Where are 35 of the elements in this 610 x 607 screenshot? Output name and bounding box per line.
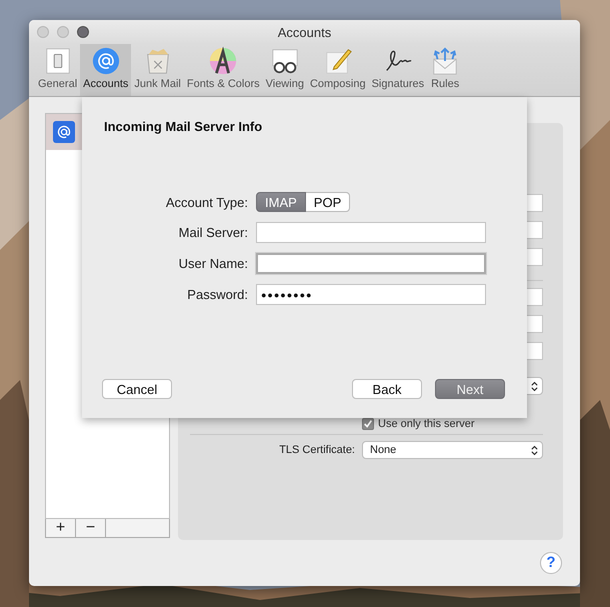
zoom-button[interactable] xyxy=(77,26,89,38)
password-field[interactable]: ●●●●●●●● xyxy=(256,284,486,305)
input-field[interactable] xyxy=(256,253,486,274)
dialog-button[interactable]: Cancel xyxy=(102,379,172,399)
toolbar-tab[interactable]: Junk Mail xyxy=(131,44,184,96)
help-button[interactable]: ? xyxy=(540,552,562,574)
field-label: Account Type: xyxy=(164,194,248,210)
tls-certificate-label: TLS Certificate: xyxy=(279,444,355,456)
minimize-button[interactable] xyxy=(57,26,69,38)
toolbar-tab[interactable]: Viewing xyxy=(262,44,307,96)
checkbox-label: Use only this server xyxy=(378,418,475,430)
close-button[interactable] xyxy=(37,26,49,38)
segment-button[interactable]: POP xyxy=(306,192,350,212)
color-wheel-icon xyxy=(208,46,238,76)
input-field[interactable] xyxy=(256,222,486,243)
dialog-button[interactable]: Back xyxy=(352,379,422,399)
toolbar-tab[interactable]: General xyxy=(35,44,80,96)
toolbar-tab[interactable]: Composing xyxy=(306,44,369,96)
field-label: Mail Server: xyxy=(178,225,248,240)
toolbar-tab[interactable]: Signatures xyxy=(368,44,428,96)
toolbar-tab[interactable]: Accounts xyxy=(80,44,132,96)
checkbox[interactable] xyxy=(362,418,374,430)
at-sign-icon xyxy=(90,46,121,76)
window-title: Accounts xyxy=(278,24,332,40)
chevron-icon xyxy=(531,380,538,392)
field-label: Password: xyxy=(186,287,248,302)
field-label: User Name: xyxy=(178,256,248,271)
at-sign-icon xyxy=(53,121,75,143)
tls-certificate-popup[interactable]: None xyxy=(362,441,543,459)
toolbar-tab[interactable]: Fonts & Colors xyxy=(184,44,263,96)
segment-button[interactable]: IMAP xyxy=(256,192,306,212)
sheet-title: Incoming Mail Server Info xyxy=(104,119,264,135)
toolbar-tab[interactable]: Rules xyxy=(427,44,464,96)
chevron-icon xyxy=(531,444,538,456)
next-button[interactable]: Next xyxy=(435,379,505,399)
